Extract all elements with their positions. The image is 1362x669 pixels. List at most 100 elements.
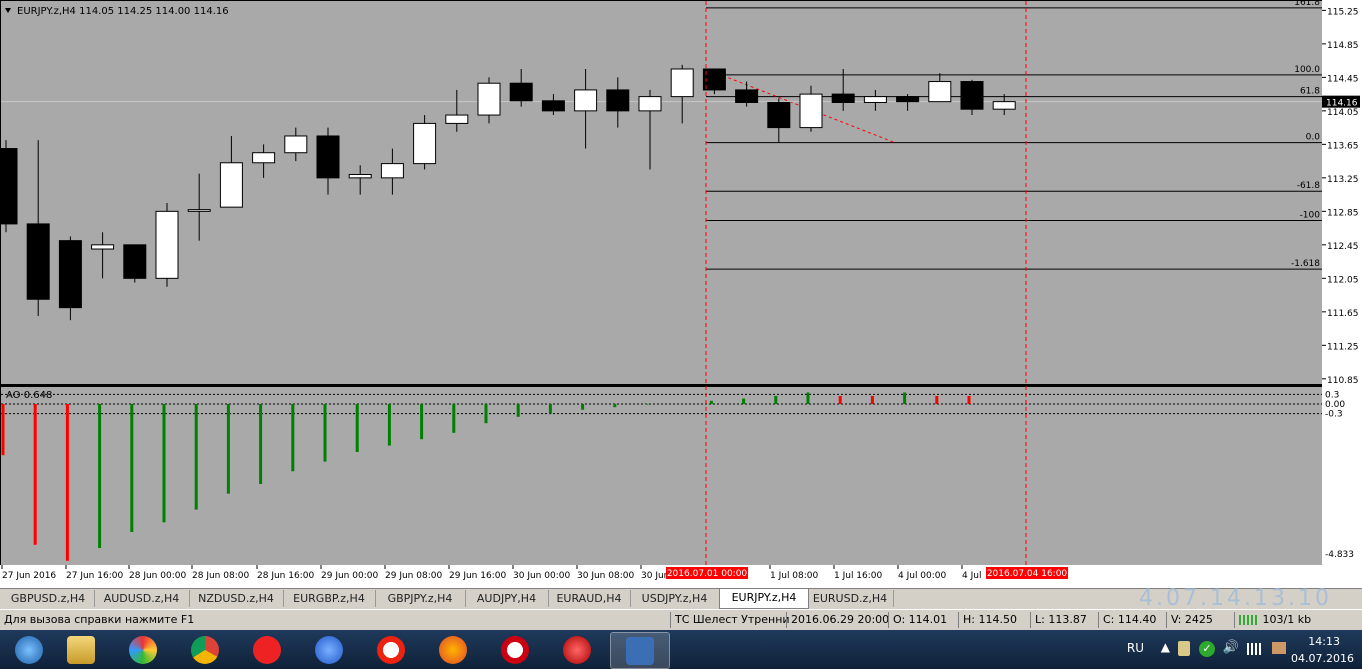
start-orb-icon bbox=[15, 635, 43, 664]
status-low: L: 113.87 bbox=[1030, 612, 1101, 628]
price-axis-label: 110.85 bbox=[1327, 376, 1359, 386]
color-app-taskbar-button[interactable] bbox=[114, 632, 172, 667]
price-axis-label: 113.25 bbox=[1327, 175, 1359, 185]
yandex-browser-taskbar-button[interactable] bbox=[238, 632, 296, 667]
price-axis-label: 112.45 bbox=[1327, 242, 1359, 252]
chart-tab[interactable]: EURAUD,H4 bbox=[548, 590, 631, 607]
candle-body bbox=[284, 135, 308, 154]
ao-axis-label: -4.833 bbox=[1325, 550, 1354, 560]
tray-clipboard-icon[interactable] bbox=[1178, 641, 1190, 656]
candle-body bbox=[155, 210, 179, 279]
status-high: H: 114.50 bbox=[958, 612, 1031, 628]
tray-flag-icon[interactable] bbox=[1272, 642, 1286, 654]
candle-body bbox=[316, 135, 340, 179]
price-tag: 114.16 bbox=[1322, 95, 1360, 109]
chromium-taskbar-button[interactable] bbox=[300, 632, 358, 667]
chart-window[interactable]: EURJPY.z,H4 114.05 114.25 114.00 114.16 … bbox=[0, 0, 1362, 588]
metatrader-taskbar-button[interactable] bbox=[610, 632, 670, 669]
watermark: 4.07.14.13.10 bbox=[1139, 586, 1332, 611]
price-chart[interactable]: EURJPY.z,H4 114.05 114.25 114.00 114.16 … bbox=[0, 0, 1362, 588]
candle-body bbox=[992, 101, 1016, 110]
status-traffic[interactable]: 103/1 kb bbox=[1234, 612, 1343, 628]
fib-level-label: -1.618 bbox=[1291, 259, 1320, 269]
price-axis-label: 111.65 bbox=[1327, 309, 1359, 319]
candle bbox=[413, 115, 437, 170]
chromium-icon bbox=[315, 635, 343, 664]
chart-tab[interactable]: GBPUSD.z,H4 bbox=[2, 590, 95, 607]
opera-alt-taskbar-button[interactable] bbox=[486, 632, 544, 667]
candle-body bbox=[863, 96, 887, 103]
candle bbox=[0, 140, 18, 233]
candle-body bbox=[638, 96, 662, 112]
candle-body bbox=[445, 114, 469, 124]
time-axis-label: 27 Jun 16:00 bbox=[66, 571, 123, 581]
candle-body bbox=[348, 173, 372, 179]
time-axis-label: 28 Jun 08:00 bbox=[192, 571, 249, 581]
volume-icon[interactable]: 🔊 bbox=[1223, 640, 1239, 655]
yandex-browser-icon bbox=[253, 635, 281, 664]
price-axis-label: 113.65 bbox=[1327, 141, 1359, 151]
red-app-taskbar-button[interactable] bbox=[548, 632, 606, 667]
candle-body bbox=[606, 89, 630, 112]
chart-tab[interactable]: AUDUSD.z,H4 bbox=[94, 590, 190, 607]
firefox-taskbar-button[interactable] bbox=[424, 632, 482, 667]
candle-body bbox=[413, 122, 437, 165]
time-axis-label: 29 Jun 00:00 bbox=[321, 571, 378, 581]
candle-body bbox=[735, 89, 759, 103]
ao-axis-label: 0.00 bbox=[1325, 400, 1345, 410]
chart-tab[interactable]: AUDJPY,H4 bbox=[465, 590, 549, 607]
language-indicator[interactable]: RU bbox=[1127, 641, 1144, 655]
time-axis-label: 29 Jun 16:00 bbox=[449, 571, 506, 581]
price-axis-label: 114.85 bbox=[1327, 41, 1359, 51]
candle bbox=[702, 68, 726, 95]
chart-tab[interactable]: GBPJPY.z,H4 bbox=[375, 590, 466, 607]
price-axis-label: 114.45 bbox=[1327, 74, 1359, 84]
time-axis-label: 1 Jul 08:00 bbox=[770, 571, 819, 581]
time-axis-label: 30 Jun bbox=[641, 571, 669, 581]
candle-body bbox=[91, 244, 115, 250]
fib-level-label: 61.8 bbox=[1300, 87, 1320, 97]
windows-taskbar: RU ▲ ✓ 🔊 14:13 04.07.2016 bbox=[0, 630, 1362, 669]
candle-body bbox=[960, 81, 984, 110]
candle-body bbox=[831, 93, 855, 103]
candle-body bbox=[896, 96, 920, 103]
opera-taskbar-button[interactable] bbox=[362, 632, 420, 667]
chrome-icon bbox=[191, 635, 219, 664]
candle bbox=[155, 202, 179, 287]
tray-chevron-icon[interactable]: ▲ bbox=[1161, 640, 1170, 654]
fib-level-label: -100 bbox=[1300, 211, 1321, 221]
chart-tab[interactable]: EURGBP.z,H4 bbox=[283, 590, 376, 607]
candle-body bbox=[928, 81, 952, 103]
fib-level-label: 100.0 bbox=[1294, 65, 1320, 75]
time-axis-label: 4 Jul bbox=[962, 571, 981, 581]
chart-tab[interactable]: USDJPY.z,H4 bbox=[630, 590, 720, 607]
start-orb-taskbar-button[interactable] bbox=[0, 632, 58, 667]
current-price-label: 114.16 bbox=[1326, 99, 1358, 109]
network-signal-icon[interactable] bbox=[1247, 643, 1263, 655]
candle-body bbox=[26, 223, 50, 300]
color-app-icon bbox=[129, 635, 157, 664]
opera-alt-icon bbox=[501, 635, 529, 664]
clock-time[interactable]: 14:13 bbox=[1308, 635, 1340, 648]
price-axis-label: 115.25 bbox=[1327, 7, 1359, 17]
candle-body bbox=[252, 152, 276, 164]
clock-date[interactable]: 04.07.2016 bbox=[1291, 652, 1354, 665]
candle-body bbox=[509, 82, 533, 102]
price-axis-label: 111.25 bbox=[1327, 342, 1359, 352]
opera-icon bbox=[377, 635, 405, 664]
candle-body bbox=[187, 209, 211, 212]
time-axis-label: 30 Jun 08:00 bbox=[577, 571, 634, 581]
price-axis-label: 112.85 bbox=[1327, 208, 1359, 218]
tray-check-icon[interactable]: ✓ bbox=[1199, 641, 1215, 657]
chart-tab[interactable]: EURUSD.z,H4 bbox=[807, 590, 894, 607]
ao-axis-label: 0.3 bbox=[1325, 390, 1339, 400]
status-volume: V: 2425 bbox=[1166, 612, 1235, 628]
chart-tab[interactable]: EURJPY.z,H4 bbox=[719, 589, 809, 609]
file-explorer-taskbar-button[interactable] bbox=[52, 632, 110, 667]
chart-tab[interactable]: NZDUSD.z,H4 bbox=[189, 590, 284, 607]
ao-axis-label: -0.3 bbox=[1325, 410, 1343, 420]
symbol-header: EURJPY.z,H4 114.05 114.25 114.00 114.16 bbox=[17, 6, 229, 17]
ao-indicator-label: AO 0.648 bbox=[6, 390, 52, 401]
chrome-taskbar-button[interactable] bbox=[176, 632, 234, 667]
status-bar: Для вызова справки нажмите F1 ТС Шелест … bbox=[0, 609, 1362, 631]
